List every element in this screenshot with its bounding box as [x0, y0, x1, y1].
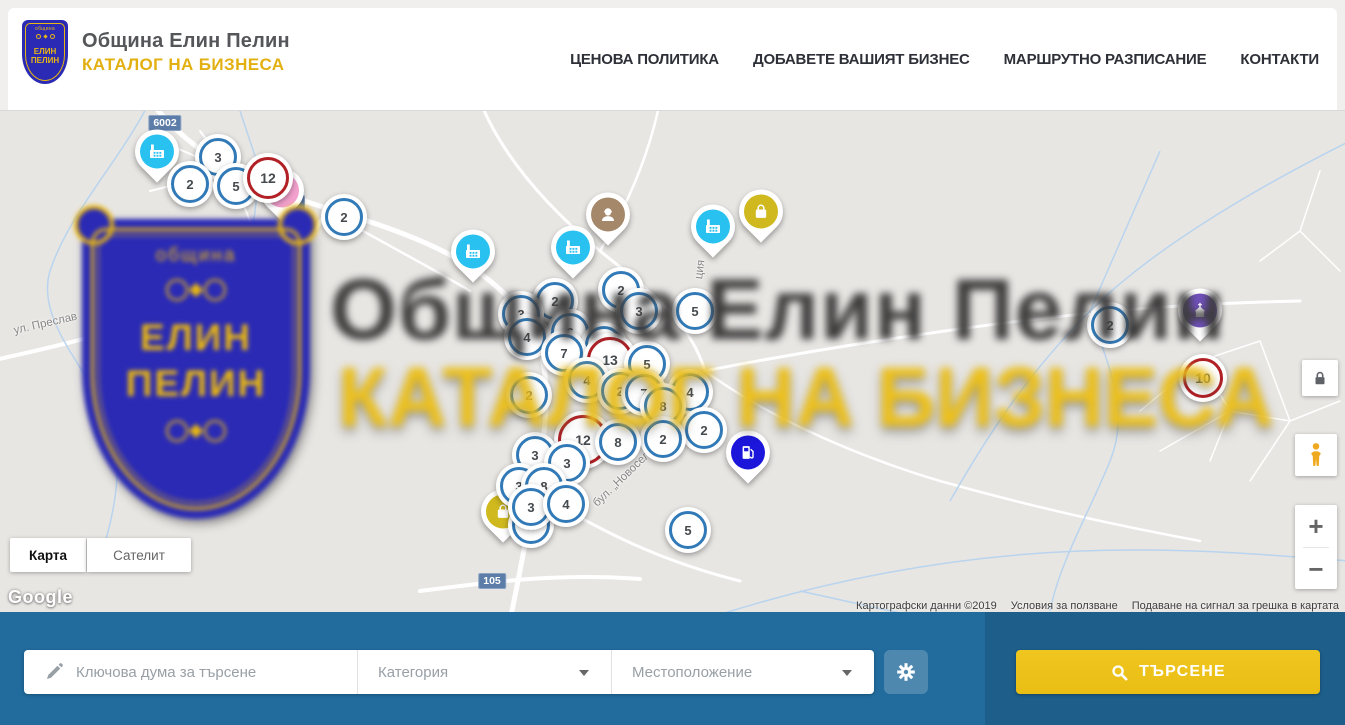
street-label: ция: [693, 259, 707, 280]
fuel-icon: [738, 442, 758, 462]
nav-item[interactable]: ДОБАВЕТЕ ВАШИЯТ БИЗНЕС: [753, 51, 970, 68]
map-cluster[interactable]: 4: [543, 481, 589, 527]
map-type-satellite-button[interactable]: Сателит: [87, 538, 191, 572]
cluster-count: 5: [672, 288, 718, 334]
search-button-label: ТЪРСЕНЕ: [1139, 663, 1226, 681]
pencil-icon: [44, 662, 64, 687]
logo-title: Община Елин Пелин: [82, 30, 290, 53]
nav-item[interactable]: МАРШРУТНО РАЗПИСАНИЕ: [1004, 51, 1207, 68]
map-cluster[interactable]: 8: [595, 419, 641, 465]
cluster-count: 2: [640, 416, 686, 462]
cluster-count: 2: [506, 372, 552, 418]
pegman-icon: [1305, 442, 1327, 468]
map-cluster[interactable]: 5: [672, 288, 718, 334]
logo-text: Община Елин Пелин КАТАЛОГ НА БИЗНЕСА: [82, 30, 290, 75]
gear-icon: [895, 661, 917, 683]
search-icon: [1110, 663, 1129, 682]
map-cluster[interactable]: 2: [321, 194, 367, 240]
map-cluster[interactable]: 2: [681, 407, 727, 453]
attribution-link[interactable]: Подаване на сигнал за грешка в картата: [1132, 600, 1339, 612]
cluster-count: 5: [665, 507, 711, 553]
church-icon: [1190, 300, 1210, 320]
municipality-emblem-icon: община ЕЛИН ПЕЛИН: [22, 20, 68, 84]
bag-icon: [751, 201, 771, 221]
map-lock-button[interactable]: [1302, 360, 1338, 396]
worker-icon: [598, 204, 618, 224]
map-cluster[interactable]: 10: [1179, 354, 1227, 402]
lock-icon: [1311, 369, 1329, 387]
map-cluster[interactable]: 5: [665, 507, 711, 553]
main-nav: ЦЕНОВА ПОЛИТИКА ДОБАВЕТЕ ВАШИЯТ БИЗНЕС МАР…: [570, 8, 1319, 110]
cluster-count: 2: [167, 161, 213, 207]
pegman-button[interactable]: [1295, 434, 1337, 476]
map-cluster[interactable]: 2: [1087, 302, 1133, 348]
cluster-count: 8: [595, 419, 641, 465]
emblem-name: ЕЛИН ПЕЛИН: [22, 47, 68, 65]
map-cluster[interactable]: 12: [243, 153, 293, 203]
google-logo[interactable]: Google: [8, 587, 73, 608]
category-dropdown[interactable]: Категория: [358, 650, 612, 694]
keyword-search-input[interactable]: [76, 664, 326, 681]
cluster-count: 2: [681, 407, 727, 453]
zoom-out-button[interactable]: −: [1295, 548, 1337, 590]
logo-subtitle: КАТАЛОГ НА БИЗНЕСА: [82, 55, 290, 75]
factory-icon: [463, 241, 483, 261]
chevron-down-icon: [579, 670, 589, 676]
cluster-count: 4: [543, 481, 589, 527]
location-dropdown[interactable]: Местоположение: [612, 650, 874, 694]
factory-icon: [147, 141, 167, 161]
factory-icon: [563, 237, 583, 257]
emblem-ornament: [22, 34, 68, 39]
advanced-settings-button[interactable]: [884, 650, 928, 694]
category-dropdown-label: Категория: [378, 664, 448, 681]
cluster-count: 12: [243, 153, 293, 203]
map-cluster[interactable]: 2: [506, 372, 552, 418]
site-logo[interactable]: община ЕЛИН ПЕЛИН Община Елин Пелин КАТА…: [22, 20, 290, 84]
map-cluster[interactable]: 2: [640, 416, 686, 462]
map-type-map-button[interactable]: Карта: [10, 538, 86, 572]
cluster-count: 2: [321, 194, 367, 240]
search-button[interactable]: ТЪРСЕНЕ: [1016, 650, 1320, 694]
location-dropdown-label: Местоположение: [632, 664, 752, 681]
zoom-in-button[interactable]: +: [1295, 505, 1337, 547]
keyword-section: [24, 650, 358, 694]
cluster-count: 10: [1179, 354, 1227, 402]
search-form: Категория Местоположение: [24, 650, 874, 694]
nav-item[interactable]: КОНТАКТИ: [1240, 51, 1319, 68]
zoom-control: + −: [1295, 505, 1337, 589]
chevron-down-icon: [842, 670, 852, 676]
emblem-top-text: община: [22, 20, 68, 32]
search-bar: Категория Местоположение: [0, 612, 1345, 725]
map-canvas[interactable]: ул. Преславбул. „Новоселция 6002105 3251…: [0, 110, 1345, 612]
header: община ЕЛИН ПЕЛИН Община Елин Пелин КАТА…: [8, 8, 1337, 110]
road-number-badge: 105: [478, 573, 506, 589]
attribution-link[interactable]: Условия за ползване: [1011, 600, 1118, 612]
factory-icon: [703, 216, 723, 236]
map-attribution: Картографски данни ©2019 Условия за ползв…: [856, 600, 1339, 612]
map-type-control: Карта Сателит: [10, 538, 191, 572]
nav-item[interactable]: ЦЕНОВА ПОЛИТИКА: [570, 51, 719, 68]
attribution-text: Картографски данни ©2019: [856, 600, 997, 612]
page: община ЕЛИН ПЕЛИН Община Елин Пелин КАТА…: [0, 0, 1345, 725]
map-cluster[interactable]: 2: [167, 161, 213, 207]
cluster-count: 2: [1087, 302, 1133, 348]
